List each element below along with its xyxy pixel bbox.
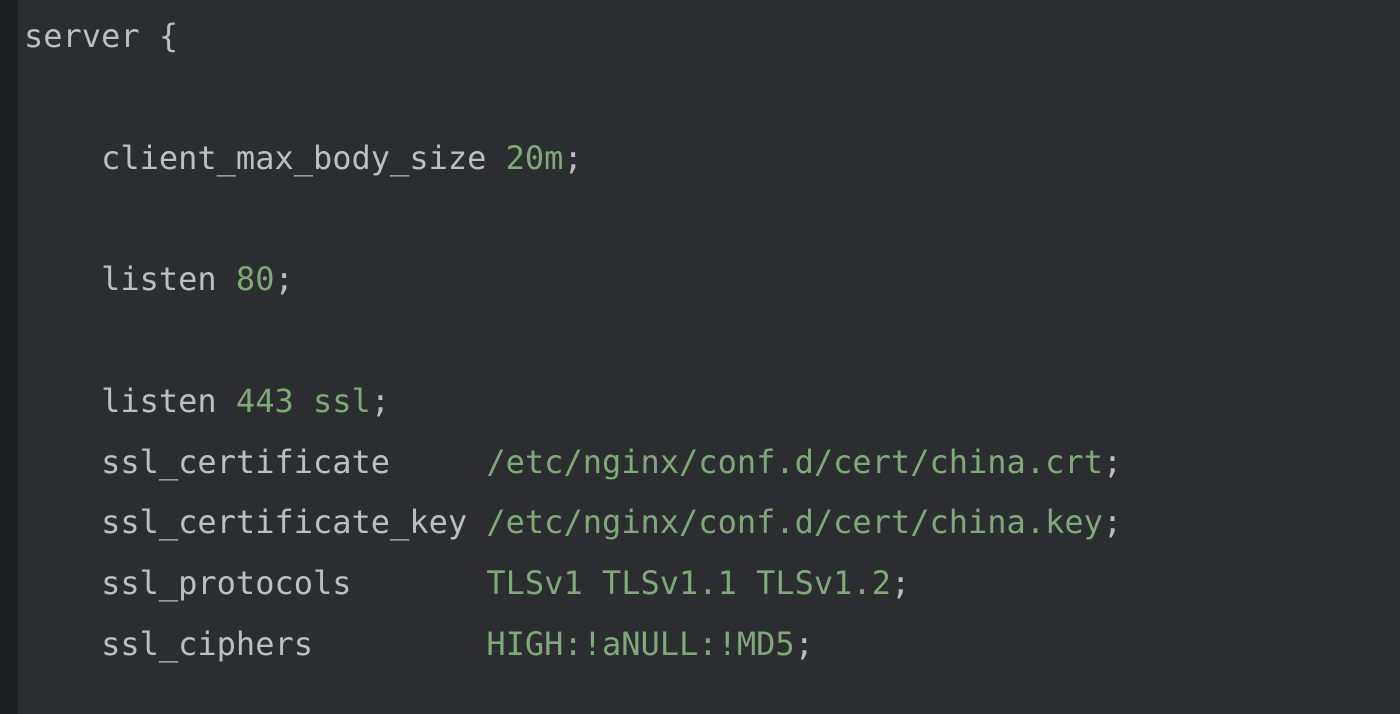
code-token-directive xyxy=(486,139,505,177)
code-token-directive xyxy=(390,443,486,481)
indent xyxy=(24,382,101,420)
code-line[interactable]: ssl_protocols TLSv1 TLSv1.1 TLSv1.2; xyxy=(24,553,1394,614)
code-token-directive: server xyxy=(24,17,140,55)
code-line[interactable] xyxy=(24,310,1394,371)
code-token-directive: ssl_ciphers xyxy=(101,625,313,663)
indent xyxy=(24,139,101,177)
code-token-directive: client_max_body_size xyxy=(101,139,486,177)
code-line[interactable]: listen 443 ssl; xyxy=(24,371,1394,432)
code-token-directive xyxy=(583,564,602,602)
code-token-directive: ssl_certificate xyxy=(101,443,390,481)
code-token-directive: ; xyxy=(563,139,582,177)
code-token-directive xyxy=(294,382,313,420)
code-token-directive xyxy=(140,17,159,55)
code-token-brace: { xyxy=(159,17,178,55)
code-line[interactable]: ssl_certificate_key /etc/nginx/conf.d/ce… xyxy=(24,492,1394,553)
code-editor[interactable]: server { client_max_body_size 20m; liste… xyxy=(18,0,1400,714)
code-token-directive xyxy=(352,564,487,602)
code-token-directive: ssl_certificate_key xyxy=(101,503,467,541)
code-token-directive xyxy=(217,260,236,298)
editor-gutter xyxy=(0,0,18,714)
code-token-value: 20m xyxy=(506,139,564,177)
code-token-value: HIGH:!aNULL:!MD5 xyxy=(486,625,794,663)
indent xyxy=(24,443,101,481)
code-token-value: TLSv1 xyxy=(486,564,582,602)
code-token-value: ssl xyxy=(313,382,371,420)
code-token-directive: ; xyxy=(1103,503,1122,541)
code-token-value: 443 xyxy=(236,382,294,420)
code-token-directive xyxy=(217,382,236,420)
indent xyxy=(24,260,101,298)
code-token-directive: ; xyxy=(274,260,293,298)
code-token-value: /etc/nginx/conf.d/cert/china.crt xyxy=(486,443,1103,481)
code-token-value: TLSv1.2 xyxy=(756,564,891,602)
code-line[interactable]: listen 80; xyxy=(24,249,1394,310)
code-line[interactable]: server { xyxy=(24,6,1394,67)
code-token-directive: ; xyxy=(891,564,910,602)
code-line[interactable]: client_max_body_size 20m; xyxy=(24,128,1394,189)
code-token-directive: ssl_protocols xyxy=(101,564,351,602)
indent xyxy=(24,503,101,541)
code-line[interactable]: ssl_certificate /etc/nginx/conf.d/cert/c… xyxy=(24,432,1394,493)
code-token-directive xyxy=(467,503,486,541)
indent xyxy=(24,625,101,663)
code-line[interactable] xyxy=(24,67,1394,128)
code-token-directive: ; xyxy=(1103,443,1122,481)
code-token-directive: listen xyxy=(101,382,217,420)
code-token-value: /etc/nginx/conf.d/cert/china.key xyxy=(486,503,1103,541)
indent xyxy=(24,564,101,602)
code-token-directive: ; xyxy=(795,625,814,663)
code-token-directive xyxy=(737,564,756,602)
code-token-directive xyxy=(313,625,486,663)
code-token-value: TLSv1.1 xyxy=(602,564,737,602)
code-token-directive: ; xyxy=(371,382,390,420)
code-line[interactable]: ssl_ciphers HIGH:!aNULL:!MD5; xyxy=(24,614,1394,675)
code-line[interactable] xyxy=(24,188,1394,249)
code-token-value: 80 xyxy=(236,260,275,298)
code-token-directive: listen xyxy=(101,260,217,298)
